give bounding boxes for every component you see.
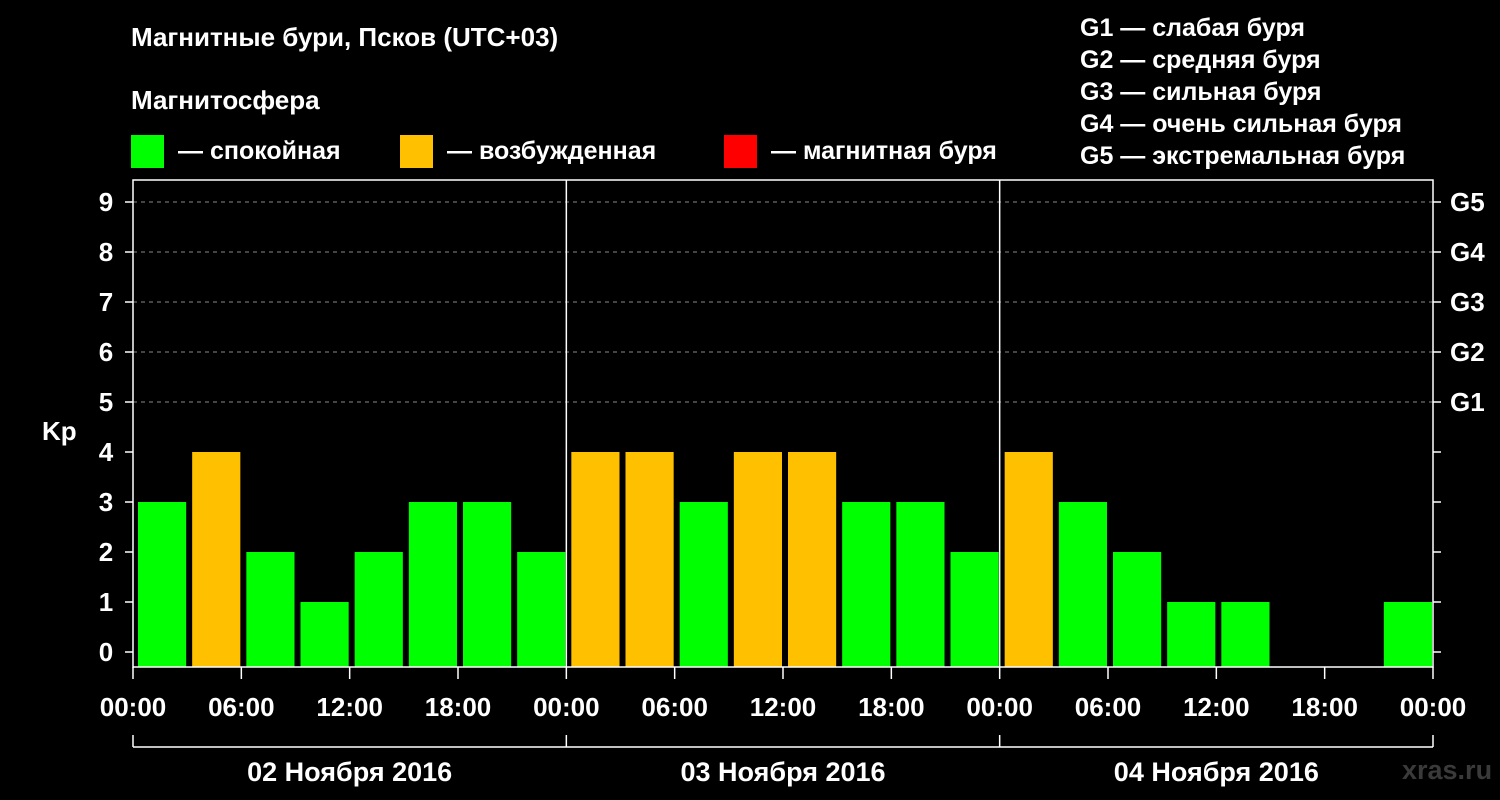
y-tick-label-1: 1 [99, 587, 113, 617]
day-label-0: 02 Ноября 2016 [247, 757, 452, 787]
kp-bar-15 [950, 552, 999, 667]
kp-bar-3 [300, 602, 349, 667]
x-tick-label-9: 06:00 [1075, 692, 1142, 722]
y-tick-label-5: 5 [99, 387, 113, 417]
kp-bar-4 [354, 552, 403, 667]
x-tick-label-2: 12:00 [316, 692, 383, 722]
x-tick-label-6: 12:00 [750, 692, 817, 722]
x-tick-label-7: 18:00 [858, 692, 925, 722]
storm-level-axis-label-G5: G5 [1450, 187, 1485, 217]
kp-bar-20 [1221, 602, 1270, 667]
kp-bar-16 [1004, 452, 1053, 667]
y-tick-label-6: 6 [99, 337, 113, 367]
kp-bar-6 [463, 502, 512, 667]
kp-bar-18 [1113, 552, 1162, 667]
day-label-1: 03 Ноября 2016 [680, 757, 885, 787]
kp-bar-8 [571, 452, 620, 667]
x-tick-label-4: 00:00 [533, 692, 600, 722]
kp-bar-23 [1383, 602, 1432, 667]
kp-bar-19 [1167, 602, 1216, 667]
kp-bar-2 [246, 552, 295, 667]
kp-bar-0 [138, 502, 187, 667]
y-tick-label-4: 4 [99, 437, 114, 467]
y-axis-label: Kp [42, 416, 77, 446]
kp-bar-1 [192, 452, 241, 667]
kp-bar-12 [788, 452, 837, 667]
x-tick-label-5: 06:00 [641, 692, 708, 722]
y-tick-label-2: 2 [99, 537, 113, 567]
x-tick-label-12: 00:00 [1400, 692, 1467, 722]
x-tick-label-1: 06:00 [208, 692, 275, 722]
y-tick-label-8: 8 [99, 237, 113, 267]
kp-bar-7 [517, 552, 566, 667]
x-tick-label-10: 12:00 [1183, 692, 1250, 722]
kp-bar-13 [842, 502, 891, 667]
kp-bar-14 [896, 502, 945, 667]
kp-bar-5 [408, 502, 457, 667]
y-tick-label-9: 9 [99, 187, 113, 217]
kp-bar-10 [679, 502, 728, 667]
kp-bar-chart: 0 1 2 3 4 5 6 7 8 9 G1 G2 G3 G4 G5 Kp 00:00 06:00 12:00 18:… [42, 179, 1485, 787]
watermark: xras.ru [1402, 755, 1493, 785]
storm-level-axis-label-G2: G2 [1450, 337, 1485, 367]
kp-bar-9 [625, 452, 674, 667]
storm-level-axis-label-G1: G1 [1450, 387, 1485, 417]
y-tick-label-3: 3 [99, 487, 113, 517]
kp-bar-17 [1058, 502, 1107, 667]
x-tick-label-11: 18:00 [1291, 692, 1358, 722]
x-tick-label-0: 00:00 [100, 692, 167, 722]
storm-level-axis-label-G4: G4 [1450, 237, 1485, 267]
kp-bar-11 [733, 452, 782, 667]
y-tick-label-0: 0 [99, 637, 113, 667]
plot-frame [132, 179, 1434, 668]
y-tick-label-7: 7 [99, 287, 113, 317]
x-tick-label-8: 00:00 [966, 692, 1033, 722]
x-tick-label-3: 18:00 [425, 692, 492, 722]
day-label-2: 04 Ноября 2016 [1114, 757, 1319, 787]
storm-level-axis-label-G3: G3 [1450, 287, 1485, 317]
